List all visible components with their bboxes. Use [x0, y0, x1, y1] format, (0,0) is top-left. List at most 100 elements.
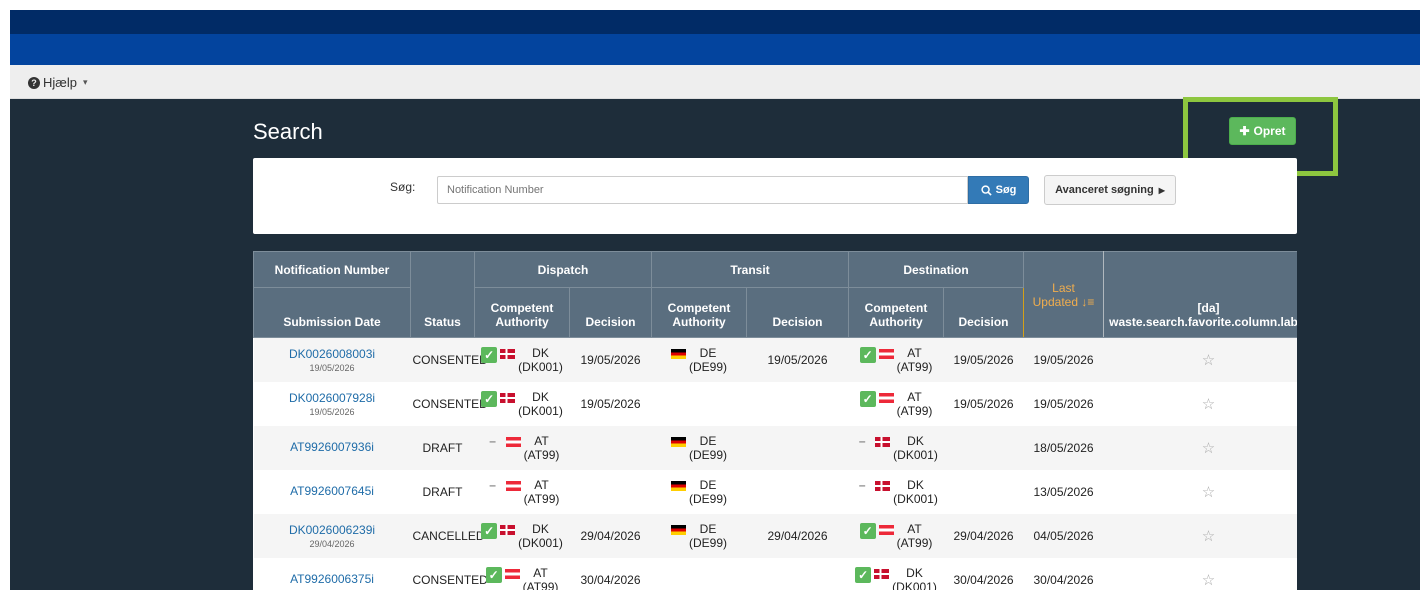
authority-country: AT — [534, 433, 549, 448]
destination-authority-cell: ✓ DK (DK001) — [848, 557, 944, 590]
menu-bar: ? Hjælp ▾ — [10, 65, 1420, 99]
col-status[interactable]: Status — [410, 251, 475, 338]
notification-cell: AT9926007645i — [253, 469, 411, 514]
status-cell: CONSENTED — [410, 557, 488, 590]
transit-authority: DE (DE99) — [670, 434, 727, 462]
search-icon — [980, 184, 992, 196]
col-submission-date[interactable]: Submission Date — [253, 287, 411, 338]
authority-code: (DK001) — [518, 359, 563, 374]
flag-at-icon — [878, 348, 894, 359]
star-icon[interactable]: ☆ — [1202, 528, 1215, 545]
notification-link[interactable]: AT9926007645i — [256, 484, 409, 498]
authority-country: AT — [534, 477, 549, 492]
sort-desc-icon: ↓≡ — [1081, 294, 1095, 309]
dispatch-decision-cell — [569, 469, 652, 514]
status-cell: DRAFT — [410, 469, 475, 514]
create-button[interactable]: ✚ Opret — [1229, 117, 1296, 145]
table-body: DK0026008003i 19/05/2026 CONSENTED ✓ DK (DK00… — [253, 337, 1297, 590]
authority-country: DK — [532, 521, 549, 536]
favorite-cell: ☆ — [1103, 337, 1297, 382]
col-transit-authority[interactable]: Competent Authority — [651, 287, 747, 338]
dash-icon: – — [858, 433, 866, 448]
destination-authority: ✓ AT (AT99) — [859, 345, 933, 374]
last-updated-cell: 30/04/2026 — [1023, 557, 1104, 590]
authority-code: (AT99) — [522, 579, 559, 590]
check-icon: ✓ — [859, 522, 876, 539]
authority-code: (DE99) — [688, 359, 727, 374]
col-last-updated[interactable]: Last Updated ↓≡ — [1023, 251, 1105, 338]
submission-date: 29/04/2026 — [309, 538, 355, 549]
authority-country: AT — [533, 565, 548, 580]
col-transit-decision[interactable]: Decision — [745, 287, 850, 338]
advanced-search-button[interactable]: Avanceret søgning ▶ — [1044, 175, 1176, 205]
table-row[interactable]: DK0026007928i 19/05/2026 CONSENTED ✓ DK (DK00… — [253, 381, 1297, 426]
authority-country: DK — [907, 433, 924, 448]
table-row[interactable]: AT9926006375i CONSENTED ✓ AT (AT99) 30/04/202… — [253, 557, 1297, 590]
authority-code: (AT99) — [896, 535, 933, 550]
notification-link[interactable]: DK0026006239i — [256, 523, 409, 537]
authority-code: (DK001) — [518, 403, 563, 418]
notification-cell: AT9926007936i — [253, 425, 411, 470]
dispatch-authority-cell: ✓ DK (DK001) — [474, 337, 570, 382]
destination-decision-cell — [943, 425, 1024, 470]
table-row[interactable]: DK0026006239i 29/04/2026 CANCELLED ✓ DK (DK00… — [253, 513, 1297, 558]
dispatch-authority: ✓ AT (AT99) — [485, 565, 559, 590]
col-destination-authority[interactable]: Competent Authority — [848, 287, 945, 338]
star-icon[interactable]: ☆ — [1202, 484, 1215, 501]
top-navbar — [10, 10, 1420, 34]
dispatch-authority-cell: ✓ AT (AT99) — [474, 557, 570, 590]
star-icon[interactable]: ☆ — [1202, 440, 1215, 457]
dispatch-authority: – AT (AT99) — [485, 477, 559, 506]
search-button[interactable]: Søg — [968, 176, 1029, 204]
col-dispatch-authority[interactable]: Competent Authority — [474, 287, 570, 338]
dispatch-authority-cell: – AT (AT99) — [474, 425, 570, 470]
favorite-cell: ☆ — [1103, 513, 1297, 558]
status-cell: DRAFT — [410, 425, 475, 470]
authority-country: AT — [907, 345, 922, 360]
status-cell: CANCELLED — [410, 513, 485, 558]
check-icon: ✓ — [481, 346, 498, 363]
notification-cell: AT9926006375i — [253, 557, 411, 590]
table-row[interactable]: DK0026008003i 19/05/2026 CONSENTED ✓ DK (DK00… — [253, 337, 1297, 382]
star-icon[interactable]: ☆ — [1202, 396, 1215, 413]
authority-country: DK — [906, 565, 923, 580]
notification-link[interactable]: DK0026008003i — [256, 347, 409, 361]
notification-cell: DK0026007928i 19/05/2026 — [253, 381, 411, 426]
search-panel: Søg: Søg Avanceret søgning ▶ — [253, 158, 1297, 234]
col-destination-decision[interactable]: Decision — [943, 287, 1025, 338]
check-icon: ✓ — [855, 566, 872, 583]
authority-code: (DE99) — [688, 491, 727, 506]
help-menu-label: Hjælp — [43, 75, 77, 90]
advanced-search-label: Avanceret søgning — [1055, 184, 1154, 196]
notification-link[interactable]: AT9926006375i — [256, 572, 409, 586]
transit-authority-cell: DE (DE99) — [651, 337, 747, 382]
table-row[interactable]: AT9926007645i DRAFT – AT (AT99) DE (DE99) – DK (D… — [253, 469, 1297, 514]
star-icon[interactable]: ☆ — [1202, 572, 1215, 589]
authority-code: (AT99) — [896, 359, 933, 374]
favorite-cell: ☆ — [1103, 469, 1297, 514]
last-updated-cell: 13/05/2026 — [1023, 469, 1104, 514]
search-input[interactable] — [437, 176, 968, 204]
dash-icon: – — [489, 433, 496, 448]
notification-link[interactable]: DK0026007928i — [256, 391, 409, 405]
flag-dk-icon — [500, 524, 516, 535]
col-notification-number[interactable]: Notification Number — [253, 251, 411, 288]
authority-code: (DK001) — [892, 579, 937, 590]
main-content: Search ✚ Opret Søg: Søg Avanceret søgnin… — [10, 97, 1420, 590]
help-menu[interactable]: ? Hjælp ▾ — [28, 75, 88, 90]
col-dispatch-decision[interactable]: Decision — [569, 287, 652, 338]
destination-authority: ✓ AT (AT99) — [859, 522, 933, 550]
last-updated-cell: 04/05/2026 — [1023, 513, 1104, 558]
destination-authority-cell: – DK (DK001) — [848, 425, 944, 470]
page-title: Search — [253, 119, 323, 144]
destination-authority: ✓ AT (AT99) — [859, 390, 933, 418]
flag-dk-icon — [500, 392, 516, 403]
table-row[interactable]: AT9926007936i DRAFT – AT (AT99) DE (DE99) – DK (D… — [253, 425, 1297, 470]
notification-link[interactable]: AT9926007936i — [256, 440, 409, 454]
star-icon[interactable]: ☆ — [1202, 352, 1215, 369]
last-updated-cell: 19/05/2026 — [1023, 381, 1104, 426]
favorite-cell: ☆ — [1103, 425, 1297, 470]
dispatch-authority: – AT (AT99) — [485, 433, 559, 462]
left-edge — [0, 0, 10, 590]
authority-code: (AT99) — [896, 403, 933, 418]
